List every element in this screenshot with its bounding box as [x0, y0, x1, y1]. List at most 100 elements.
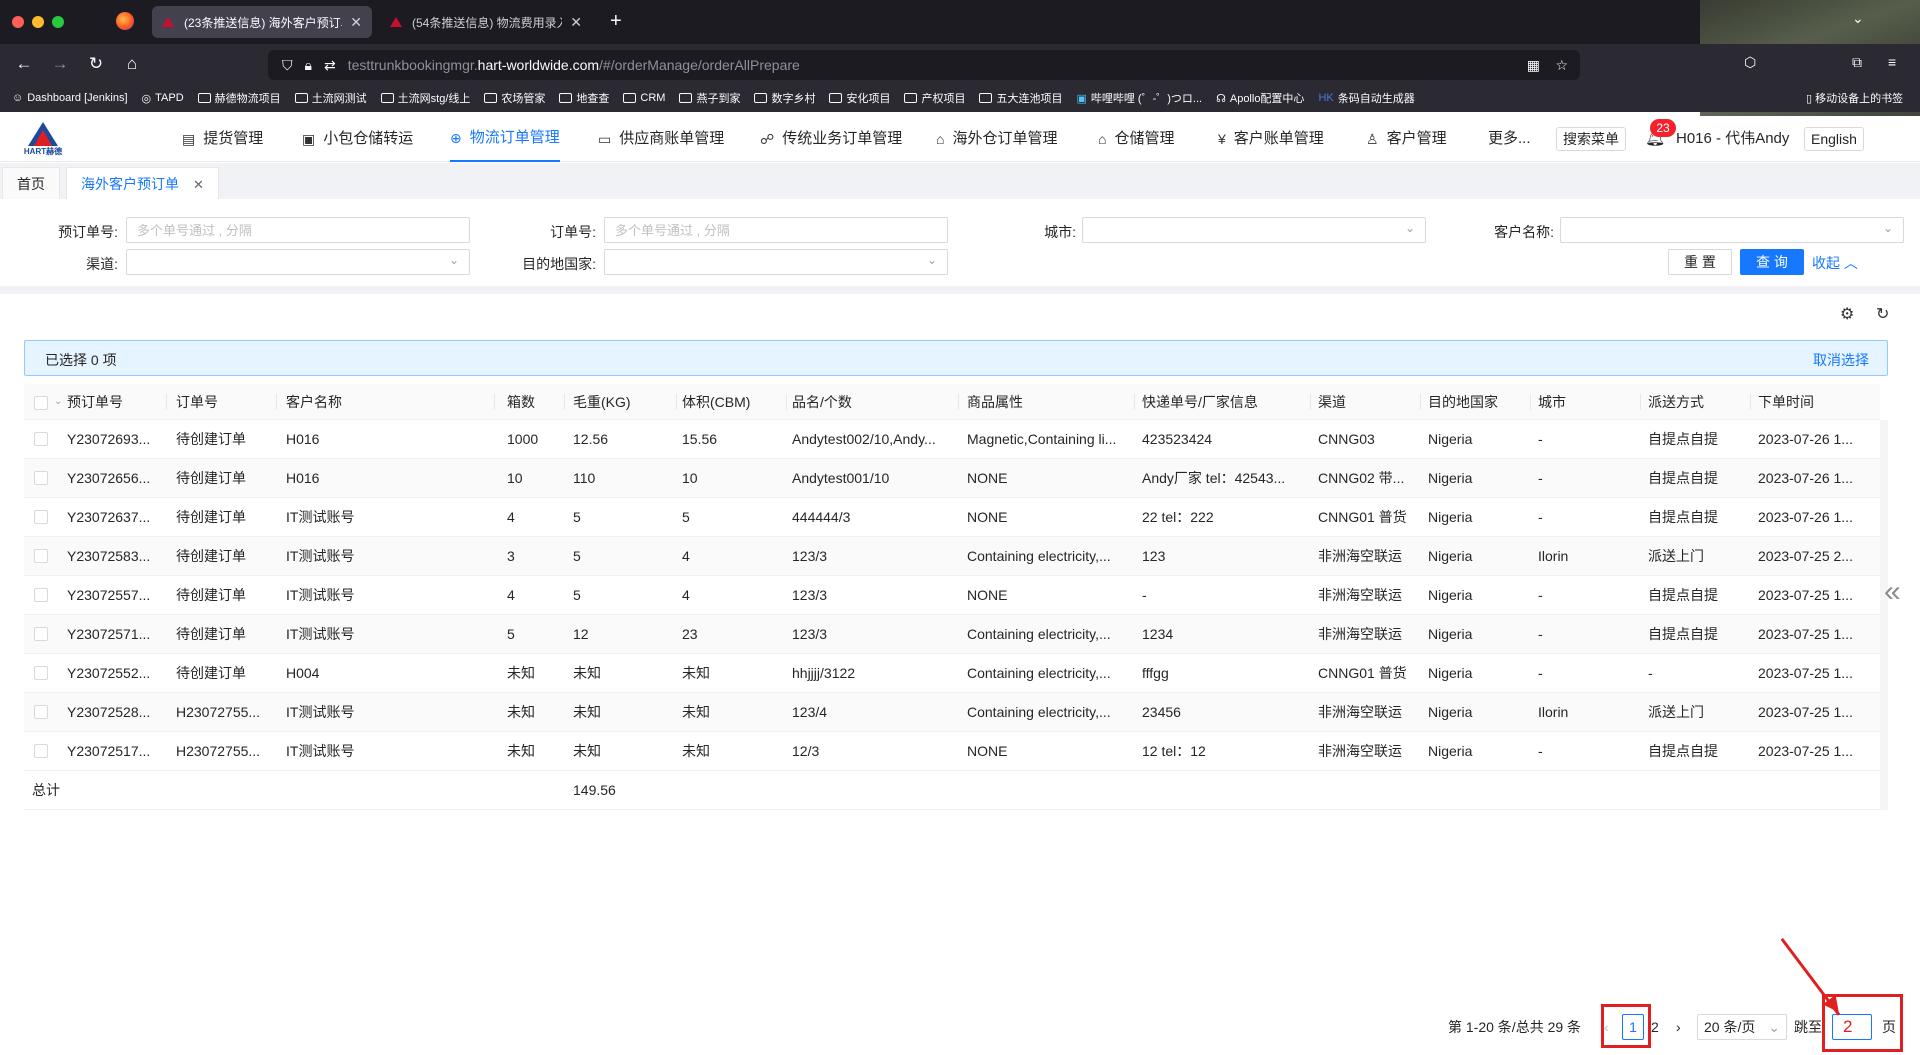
table-row[interactable]: Y23072552... 待创建订单 H004 未知 未知 未知 hhjjjj/3122 Co…	[24, 654, 1880, 693]
bookmark-item[interactable]: HK 条码自动生成器	[1318, 90, 1414, 106]
select-all-checkbox[interactable]	[34, 396, 48, 410]
collapse-link[interactable]: 收起 ︿	[1812, 253, 1858, 273]
language-button[interactable]: English	[1804, 127, 1864, 151]
close-icon[interactable]: ✕	[193, 177, 204, 192]
bookmark-folder[interactable]: 赫德物流项目	[197, 90, 281, 106]
menu-logistics-orders[interactable]: ⊕ 物流订单管理	[450, 116, 560, 162]
order-no-input[interactable]	[604, 217, 948, 243]
bookmark-folder[interactable]: 地查查	[559, 90, 609, 106]
refresh-icon[interactable]: ↻	[1876, 304, 1889, 324]
cancel-selection-link[interactable]: 取消选择	[1813, 350, 1869, 370]
bookmark-folder[interactable]: 燕子到家	[679, 90, 740, 106]
cell-booking-no[interactable]: Y23072693...	[67, 420, 163, 459]
row-checkbox[interactable]	[34, 510, 48, 524]
table-row[interactable]: Y23072693... 待创建订单 H016 1000 12.56 15.56 Andyt…	[24, 420, 1880, 459]
back-icon[interactable]: ←	[12, 52, 36, 76]
cell-booking-no[interactable]: Y23072557...	[67, 576, 163, 615]
table-row[interactable]: Y23072528... H23072755... IT测试账号 未知 未知 未知 123/…	[24, 693, 1880, 732]
cell-booking-no[interactable]: Y23072517...	[67, 732, 163, 771]
row-checkbox[interactable]	[34, 705, 48, 719]
cell-booking-no[interactable]: Y23072552...	[67, 654, 163, 693]
extensions-puzzle-icon[interactable]: ⧉	[1852, 54, 1862, 71]
menu-pickup[interactable]: ▤ 提货管理	[182, 116, 263, 162]
booking-no-input[interactable]	[126, 217, 470, 243]
tab-home[interactable]: 首页	[2, 167, 60, 199]
forward-icon[interactable]: →	[48, 52, 72, 76]
table-row[interactable]: Y23072583... 待创建订单 IT测试账号 3 5 4 123/3 Containin…	[24, 537, 1880, 576]
menu-parcel-transfer[interactable]: ▣ 小包仓储转运	[302, 116, 413, 162]
menu-customer-bills[interactable]: ¥ 客户账单管理	[1218, 116, 1324, 162]
new-tab-icon[interactable]: +	[610, 10, 622, 33]
bookmark-folder[interactable]: 安化项目	[829, 90, 890, 106]
row-checkbox[interactable]	[34, 744, 48, 758]
country-select[interactable]: ⌄	[604, 249, 948, 275]
bookmark-folder[interactable]: 农场管家	[484, 90, 545, 106]
cell-booking-no[interactable]: Y23072656...	[67, 459, 163, 498]
menu-overseas-warehouse-orders[interactable]: ⌂ 海外仓订单管理	[936, 116, 1057, 162]
home-icon[interactable]: ⌂	[120, 52, 144, 76]
menu-more[interactable]: 更多...	[1488, 116, 1531, 162]
hart-logo[interactable]: HART赫德	[22, 122, 64, 156]
reload-icon[interactable]: ↻	[84, 52, 108, 76]
customer-select[interactable]: ⌄	[1560, 217, 1904, 243]
row-checkbox[interactable]	[34, 627, 48, 641]
table-row[interactable]: Y23072656... 待创建订单 H016 10 110 10 Andytest001/…	[24, 459, 1880, 498]
tab-overseas-booking[interactable]: 海外客户预订单 ✕	[66, 167, 219, 199]
double-chevron-left-icon[interactable]: «	[1884, 575, 1901, 609]
minimize-window-button[interactable]	[32, 16, 44, 28]
table-scrollbar[interactable]	[1880, 420, 1888, 810]
bookmark-item[interactable]: ▣ 哔哩哔哩 (゜-゜)つロ...	[1076, 90, 1202, 106]
bookmark-item[interactable]: ☊ Apollo配置中心	[1216, 90, 1304, 106]
table-row[interactable]: Y23072557... 待创建订单 IT测试账号 4 5 4 123/3 NONE - 非洲海空…	[24, 576, 1880, 615]
extension-icon[interactable]: ⬡	[1744, 54, 1756, 71]
browser-tab[interactable]: (54条推送信息) 物流费用录入 ✕	[380, 6, 592, 38]
bookmark-folder[interactable]: 产权项目	[904, 90, 965, 106]
menu-supplier-bills[interactable]: ▭ 供应商账单管理	[598, 116, 724, 162]
row-checkbox[interactable]	[34, 471, 48, 485]
bookmark-star-icon[interactable]: ☆	[1555, 57, 1568, 74]
bookmark-folder[interactable]: 土流网测试	[294, 90, 367, 106]
menu-customers[interactable]: ♙ 客户管理	[1366, 116, 1447, 162]
close-tab-icon[interactable]: ✕	[570, 14, 582, 31]
row-checkbox[interactable]	[34, 549, 48, 563]
menu-traditional-orders[interactable]: ☍ 传统业务订单管理	[760, 116, 902, 162]
search-menu-button[interactable]: 搜索菜单	[1556, 127, 1626, 151]
browser-tab-active[interactable]: (23条推送信息) 海外客户预订单 ✕	[152, 6, 372, 38]
mobile-bookmarks[interactable]: ▯ 移动设备上的书签	[1806, 90, 1903, 106]
bookmark-item[interactable]: ◎ TAPD	[142, 92, 184, 105]
city-select[interactable]: ⌄	[1082, 217, 1426, 243]
maximize-window-button[interactable]	[52, 16, 64, 28]
query-button[interactable]: 查 询	[1740, 249, 1804, 275]
next-page-icon[interactable]: ›	[1676, 1014, 1681, 1040]
cell-booking-no[interactable]: Y23072528...	[67, 693, 163, 732]
settings-icon[interactable]: ⚙	[1840, 304, 1854, 324]
row-checkbox[interactable]	[34, 666, 48, 680]
close-window-button[interactable]	[12, 16, 24, 28]
col-booking-no[interactable]: 预订单号	[67, 384, 167, 420]
cell-booking-no[interactable]: Y23072571...	[67, 615, 163, 654]
bookmark-folder[interactable]: 五大连池项目	[979, 90, 1062, 106]
cell-booking-no[interactable]: Y23072637...	[67, 498, 163, 537]
sort-dropdown-icon[interactable]: ⌄	[54, 384, 62, 420]
bookmark-folder[interactable]: 数字乡村	[754, 90, 815, 106]
reset-button[interactable]: 重 置	[1668, 249, 1732, 275]
channel-select[interactable]: ⌄	[126, 249, 470, 275]
menu-warehouse[interactable]: ⌂ 仓储管理	[1098, 116, 1174, 162]
user-name[interactable]: H016 - 代伟Andy	[1676, 116, 1789, 162]
close-tab-icon[interactable]: ✕	[350, 14, 362, 31]
table-row[interactable]: Y23072637... 待创建订单 IT测试账号 4 5 5 444444/3 NONE 22…	[24, 498, 1880, 537]
page-2-button[interactable]: 2	[1651, 1014, 1659, 1040]
bookmark-item[interactable]: ☺ Dashboard [Jenkins]	[12, 92, 128, 104]
page-size-select[interactable]: 20 条/页 ⌄	[1697, 1014, 1787, 1040]
row-checkbox[interactable]	[34, 432, 48, 446]
bookmark-folder[interactable]: CRM	[623, 92, 665, 104]
menu-icon[interactable]: ≡	[1888, 54, 1896, 70]
bookmark-folder[interactable]: 土流网stg/线上	[380, 90, 470, 106]
qr-code-icon[interactable]: ▦	[1527, 57, 1540, 74]
table-row[interactable]: Y23072517... H23072755... IT测试账号 未知 未知 未知 12/3…	[24, 732, 1880, 771]
url-bar[interactable]: ⛉ 🔒︎ ⇄ testtrunkbookingmgr. hart-worldwid…	[268, 50, 1580, 80]
row-checkbox[interactable]	[34, 588, 48, 602]
cell-booking-no[interactable]: Y23072583...	[67, 537, 163, 576]
table-row[interactable]: Y23072571... 待创建订单 IT测试账号 5 12 23 123/3 Contain…	[24, 615, 1880, 654]
list-tabs-icon[interactable]: ⌄	[1852, 10, 1864, 27]
